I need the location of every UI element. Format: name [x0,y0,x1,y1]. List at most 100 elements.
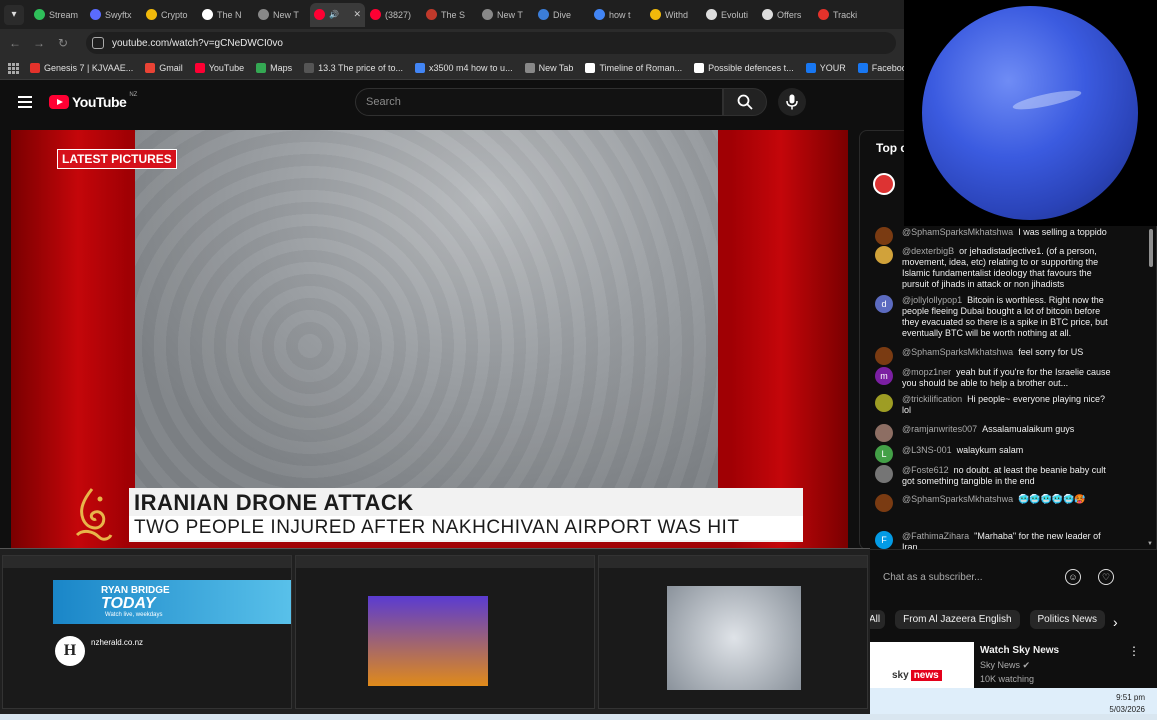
search-box[interactable] [355,88,723,116]
speaker-icon[interactable]: 🔊 [329,10,339,19]
chat-author[interactable]: @dexterbigB [902,246,954,256]
browser-tab[interactable]: Evoluti [702,3,757,27]
bookmark-item[interactable]: x3500 m4 how to u... [415,63,513,73]
chat-scrollbar[interactable] [1149,229,1153,267]
browser-tab[interactable]: Stream [30,3,85,27]
chat-author[interactable]: @Foste612 [902,465,949,475]
tab-label: New T [273,9,299,20]
tab-label: Swyftx [105,9,132,20]
youtube-logo[interactable]: YouTube NZ [49,92,137,110]
chat-author[interactable]: @SphamSparksMkhatshwa [902,347,1013,357]
youtube-play-icon [49,95,69,109]
bookmark-item[interactable]: Possible defences t... [694,63,794,73]
tab-label: how t [609,9,631,20]
bookmark-item[interactable]: 13.3 The price of to... [304,63,403,73]
chevron-right-icon[interactable]: › [1113,614,1118,630]
tab-favicon-icon [370,9,381,20]
chat-message: F @FathimaZihara "Marhaba" for the new lea… [875,531,1145,549]
chat-message-body: @jollylollypop1 Bitcoin is worthless. Rig… [902,295,1112,339]
preview-window-nzherald[interactable]: RYAN BRIDGE TODAY Watch live, weekdays H… [2,555,292,709]
bookmark-item[interactable]: New Tab [524,63,573,73]
browser-tab[interactable]: New T [478,3,533,27]
browser-tab[interactable]: Tracki [814,3,869,27]
screen: ▾ Stream Swyftx Crypto The N New T 🔊 ✕ (3827) Th… [0,0,1157,720]
chat-message-body: @L3NS-001 walaykum salam [902,445,1112,463]
chat-message: m @mopz1ner yeah but if you're for the Isr… [875,367,1145,389]
slot-game-image [368,596,488,686]
more-options-icon[interactable]: ⋮ [1128,644,1140,658]
chat-scroll-down-icon[interactable]: ▼ [1147,541,1153,547]
filter-chip[interactable]: From Al Jazeera English [895,609,1020,629]
chat-author[interactable]: @mopz1ner [902,367,951,377]
tab-label: Stream [49,9,79,20]
close-tab-icon[interactable]: ✕ [353,9,361,20]
bookmark-item[interactable]: Facebook green [857,63,904,73]
browser-tab[interactable]: Offers [758,3,813,27]
tab-favicon-icon [146,9,157,20]
site-info-icon[interactable] [92,37,104,49]
browser-tab[interactable]: The S [422,3,477,27]
preview-window-cpu[interactable] [598,555,868,709]
emoji-picker-icon[interactable]: ☺ [1065,569,1081,585]
bookmark-label: x3500 m4 how to u... [429,63,513,73]
chat-author[interactable]: @FathimaZihara [902,531,969,541]
chat-author[interactable]: @L3NS-001 [902,445,952,455]
avatar[interactable]: m [875,367,893,385]
avatar[interactable]: L [875,445,893,463]
avatar[interactable]: d [875,295,893,313]
browser-tab[interactable]: (3827) [366,3,421,27]
suggested-title[interactable]: Watch Sky News [980,645,1059,656]
chat-author[interactable]: @ramjanwrites007 [902,424,977,434]
browser-tab[interactable]: New T [254,3,309,27]
chat-author[interactable]: @trickilification [902,394,962,404]
address-bar[interactable]: youtube.com/watch?v=gCNeDWCI0vo [86,32,896,54]
latest-pictures-badge: LATEST PICTURES [57,149,177,169]
tab-label: New T [497,9,523,20]
suggested-video[interactable]: sky news Watch Sky News Sky News ✔ 10K wa… [870,642,1157,688]
video-frame [135,130,718,490]
reload-icon[interactable]: ↻ [56,36,70,50]
browser-tab[interactable]: Swyftx [86,3,141,27]
back-icon[interactable]: ← [8,36,22,50]
preview-window-slots[interactable] [295,555,595,709]
bookmark-item[interactable]: Genesis 7 | KJVAAE... [30,63,133,73]
bookmark-favicon-icon [145,63,156,73]
browser-tab[interactable]: 🔊 ✕ [310,2,365,27]
browser-tab[interactable]: Crypto [142,3,197,27]
avatar[interactable] [875,424,893,442]
search-input[interactable] [366,96,722,108]
browser-tab[interactable]: Withd [646,3,701,27]
clock[interactable]: 9:51 pm 5/03/2026 [1109,692,1145,716]
heart-icon[interactable]: ♡ [1098,569,1114,585]
suggested-thumbnail[interactable]: sky news [870,642,974,688]
browser-tab[interactable]: how t [590,3,645,27]
apps-grid-icon[interactable] [8,63,19,74]
chat-mode-selector[interactable]: Top c [876,141,907,155]
forward-icon[interactable]: → [32,36,46,50]
video-player[interactable]: LATEST PICTURES IRANIAN DRONE ATTACK TWO… [11,130,848,550]
avatar[interactable]: F [875,531,893,549]
browser-tab[interactable]: The N [198,3,253,27]
bookmark-item[interactable]: Timeline of Roman... [585,63,682,73]
bookmark-item[interactable]: Maps [256,63,292,73]
bookmark-item[interactable]: YOUR [805,63,846,73]
avatar[interactable] [875,347,893,365]
tab-search-button[interactable]: ▾ [4,4,24,25]
bookmark-item[interactable]: YouTube [194,63,244,73]
avatar[interactable] [875,465,893,483]
chat-author[interactable]: @SphamSparksMkhatshwa [902,494,1013,504]
chat-author[interactable]: @jollylollypop1 [902,295,962,305]
browser-tab[interactable]: Dive [534,3,589,27]
avatar[interactable] [875,494,893,512]
avatar[interactable] [875,246,893,264]
pinned-avatar[interactable] [873,173,895,195]
filter-chip[interactable]: Politics News [1029,609,1105,629]
bookmark-item[interactable]: Gmail [145,63,183,73]
search-button[interactable] [723,88,767,116]
preview-titlebar [599,556,867,568]
voice-search-button[interactable] [778,88,806,116]
chat-author[interactable]: @SphamSparksMkhatshwa [902,227,1013,237]
menu-icon[interactable] [18,96,32,108]
avatar[interactable] [875,227,893,245]
avatar[interactable] [875,394,893,412]
